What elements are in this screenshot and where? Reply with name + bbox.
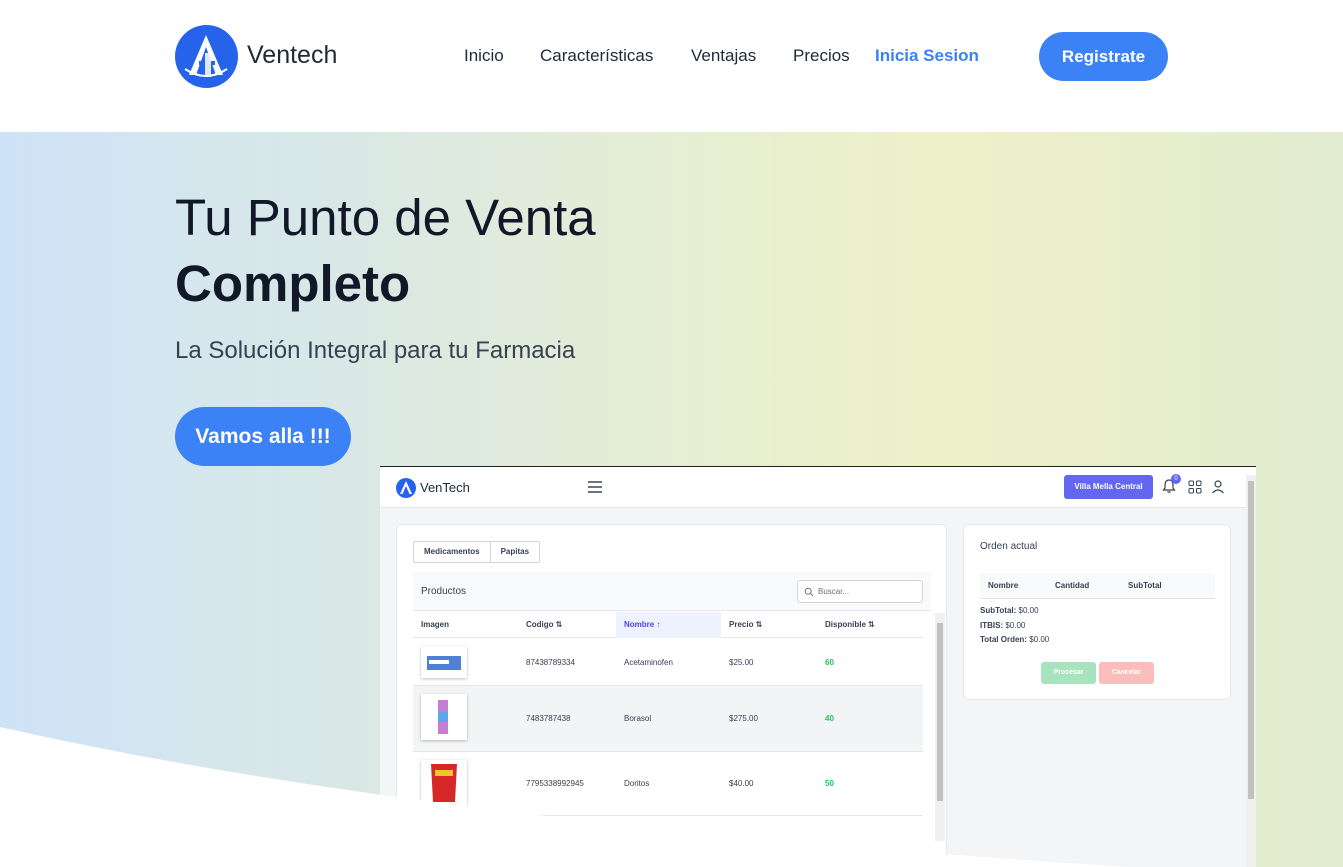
nav-ventajas[interactable]: Ventajas [691, 46, 756, 66]
register-button[interactable]: Registrate [1039, 32, 1168, 81]
site-header: Ventech Inicio Características Ventajas … [0, 0, 1343, 132]
hero-wave-divider [0, 727, 1130, 867]
nav-login[interactable]: Inicia Sesion [875, 46, 979, 66]
brand-name[interactable]: Ventech [247, 41, 337, 70]
ventech-logo-icon[interactable] [175, 25, 238, 88]
nav-caracteristicas[interactable]: Características [540, 46, 653, 66]
hero-section: Tu Punto de Venta Completo La Solución I… [0, 132, 1343, 867]
nav-precios[interactable]: Precios [793, 46, 850, 66]
nav-inicio[interactable]: Inicio [464, 46, 504, 66]
